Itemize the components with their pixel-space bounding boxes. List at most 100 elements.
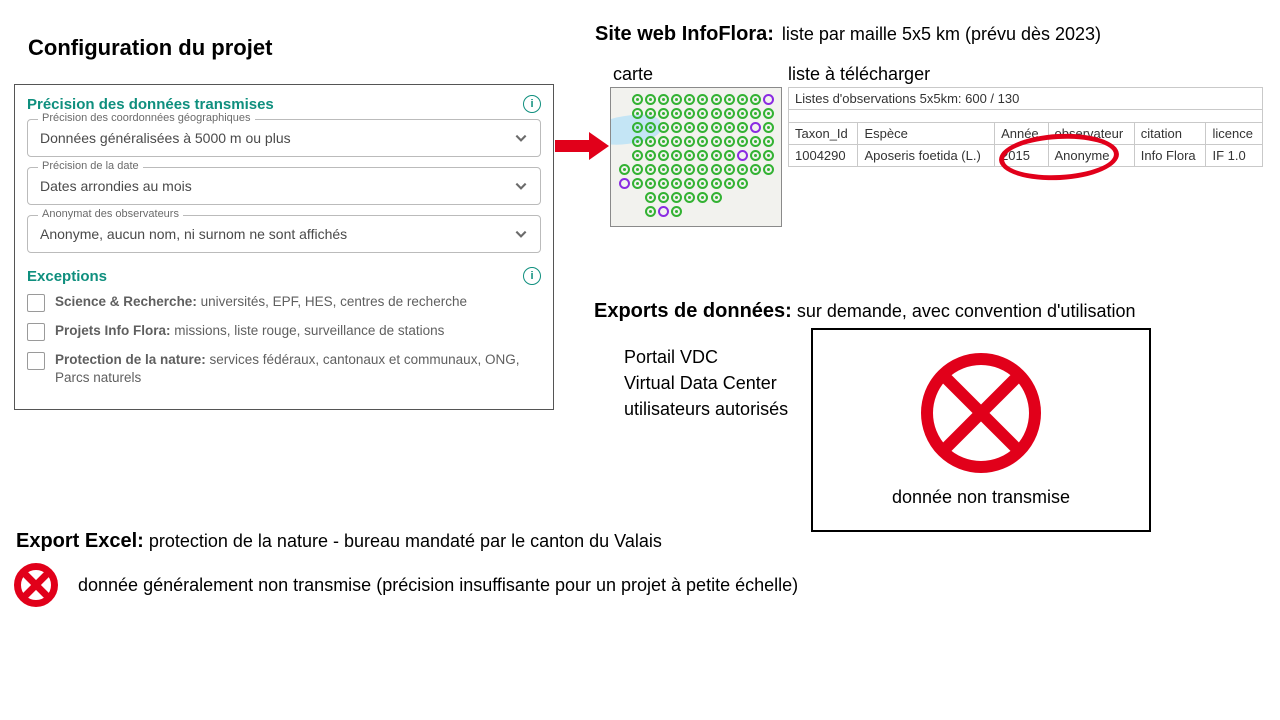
map-dot	[711, 122, 722, 133]
exception-infoflora[interactable]: Projets Info Flora: missions, liste roug…	[27, 322, 541, 341]
info-icon[interactable]: i	[523, 267, 541, 285]
section-title-exceptions: Exceptions	[27, 268, 107, 285]
map-dot	[697, 164, 708, 175]
cell-licence: IF 1.0	[1206, 145, 1263, 167]
exports-line: Exports de données: sur demande, avec co…	[594, 300, 1135, 323]
config-title: Configuration du projet	[28, 35, 272, 61]
date-precision-select[interactable]: Précision de la date Dates arrondies au …	[27, 167, 541, 205]
map-dot	[658, 206, 669, 217]
map-dot	[750, 150, 761, 161]
map-dot	[671, 164, 682, 175]
map-dot	[671, 178, 682, 189]
map-dot	[724, 122, 735, 133]
map-dot	[658, 122, 669, 133]
map-dot	[737, 136, 748, 147]
vdc-line2: Virtual Data Center	[624, 370, 788, 396]
map-dot	[684, 94, 695, 105]
map-dot	[724, 136, 735, 147]
col-espece: Espèce	[858, 123, 995, 145]
map-dot	[645, 122, 656, 133]
map-dot	[711, 192, 722, 203]
excel-line: Export Excel: protection de la nature - …	[16, 530, 662, 553]
map-dot	[658, 178, 669, 189]
map-dot	[750, 94, 761, 105]
vdc-line1: Portail VDC	[624, 344, 788, 370]
cell-espece: Aposeris foetida (L.)	[858, 145, 995, 167]
map-dot	[645, 178, 656, 189]
coord-precision-select[interactable]: Précision des coordonnées géographiques …	[27, 119, 541, 157]
excel-title: Export Excel:	[16, 530, 144, 552]
list-count-cell: Listes d'observations 5x5km: 600 / 130	[789, 88, 1263, 110]
excel-desc: protection de la nature - bureau mandaté…	[149, 531, 662, 551]
map-dot	[645, 206, 656, 217]
map-dot	[632, 94, 643, 105]
map-dot	[671, 94, 682, 105]
map-dot	[711, 136, 722, 147]
map-dot	[711, 178, 722, 189]
map-dot	[619, 164, 630, 175]
map-dot	[750, 136, 761, 147]
checkbox-icon[interactable]	[27, 352, 45, 370]
exception-desc: missions, liste rouge, surveillance de s…	[174, 323, 444, 338]
checkbox-icon[interactable]	[27, 323, 45, 341]
map-dot	[697, 150, 708, 161]
map-dot	[763, 164, 774, 175]
map-dot	[763, 108, 774, 119]
info-icon[interactable]: i	[523, 95, 541, 113]
map-dot	[632, 164, 643, 175]
section-title-precision: Précision des données transmises	[27, 96, 274, 113]
map-dot	[697, 94, 708, 105]
map-dot	[632, 136, 643, 147]
site-web-desc: liste par maille 5x5 km (prévu dès 2023)	[782, 24, 1101, 45]
vdc-block: Portail VDC Virtual Data Center utilisat…	[624, 344, 788, 422]
exception-label: Science & Recherche:	[55, 294, 197, 309]
map-dot	[645, 164, 656, 175]
map-dot	[658, 108, 669, 119]
col-citation: citation	[1134, 123, 1206, 145]
map-dot	[671, 108, 682, 119]
map-dot	[737, 178, 748, 189]
map-dot	[711, 150, 722, 161]
liste-label: liste à télécharger	[788, 64, 930, 85]
map-dot	[645, 136, 656, 147]
col-taxon: Taxon_Id	[789, 123, 858, 145]
coord-precision-label: Précision des coordonnées géographiques	[38, 112, 255, 124]
prohibited-icon	[921, 353, 1041, 473]
map-dot	[711, 108, 722, 119]
date-precision-label: Précision de la date	[38, 160, 143, 172]
map-dot	[763, 94, 774, 105]
chevron-down-icon	[514, 227, 528, 241]
map-dot	[684, 122, 695, 133]
exception-nature[interactable]: Protection de la nature: services fédéra…	[27, 351, 541, 387]
map-dot	[697, 178, 708, 189]
map-dot	[737, 94, 748, 105]
anonymity-label: Anonymat des observateurs	[38, 208, 183, 220]
table-header-row: Listes d'observations 5x5km: 600 / 130	[789, 88, 1263, 110]
map-dot	[711, 94, 722, 105]
map-dot	[632, 108, 643, 119]
anonymity-select[interactable]: Anonymat des observateurs Anonyme, aucun…	[27, 215, 541, 253]
cell-annee: 2015	[995, 145, 1048, 167]
map-dot	[750, 164, 761, 175]
map-dot	[697, 108, 708, 119]
map-dot	[697, 122, 708, 133]
map-dot	[684, 164, 695, 175]
map-dot	[750, 108, 761, 119]
map-dot	[724, 164, 735, 175]
map-dot	[632, 150, 643, 161]
map-dot	[671, 136, 682, 147]
cell-taxon: 1004290	[789, 145, 858, 167]
map-dot	[671, 150, 682, 161]
map-dot	[671, 192, 682, 203]
map-dot	[763, 150, 774, 161]
exception-label: Protection de la nature:	[55, 352, 206, 367]
checkbox-icon[interactable]	[27, 294, 45, 312]
col-licence: licence	[1206, 123, 1263, 145]
map-dot	[737, 108, 748, 119]
excel-not-transmitted-row: donnée généralement non transmise (préci…	[14, 563, 798, 607]
map-dot	[684, 136, 695, 147]
exception-science[interactable]: Science & Recherche: universités, EPF, H…	[27, 293, 541, 312]
cell-observ: Anonyme	[1048, 145, 1134, 167]
map-dot	[632, 122, 643, 133]
map-dot	[737, 164, 748, 175]
